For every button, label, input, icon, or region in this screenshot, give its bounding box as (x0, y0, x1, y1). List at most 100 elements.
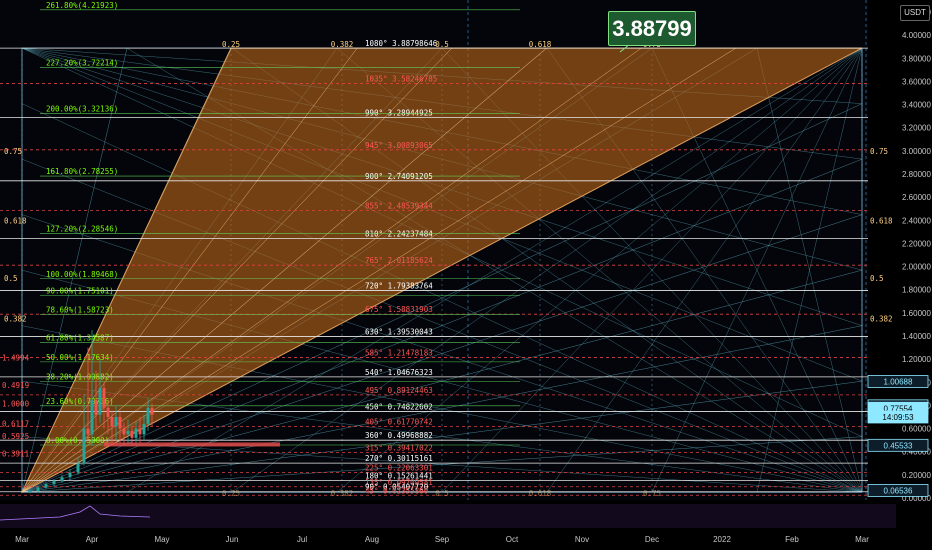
fib-level-label: 127.20%(2.28546) (46, 225, 118, 234)
gann-level-label: 360° 0.49968882 (365, 431, 433, 440)
support-band (104, 442, 280, 447)
left-edge-label: 1.4994 (2, 353, 30, 362)
candle-body (68, 472, 72, 478)
grid-ratio-label-left: 0.75 (4, 147, 22, 156)
candle-body (142, 423, 146, 435)
y-axis-tick-label: 3.80000 (902, 54, 931, 63)
y-axis-tick-label: 3.40000 (902, 101, 931, 110)
gann-level-label: 45° 0.02355860 (365, 486, 429, 495)
fib-level-label: 261.80%(4.21923) (46, 1, 118, 10)
y-axis-tick-label: 0.60000 (902, 425, 931, 434)
candle-body (90, 399, 94, 435)
fib-level-label: 50.00%(1.17634) (46, 353, 114, 362)
x-axis-tick-label: Dec (645, 535, 659, 544)
candle-body (102, 388, 106, 408)
fan-ratio-label: 0.382 (331, 40, 354, 49)
candle-body (82, 428, 86, 464)
gann-level-label: 630° 1.39530043 (365, 328, 433, 337)
candle-body (52, 480, 56, 485)
left-edge-label: 0.3911 (2, 450, 29, 459)
candle-body (138, 428, 142, 435)
fib-level-label: 61.80%(1.34587) (46, 333, 114, 342)
price-callout: 3.88799 (608, 11, 696, 46)
candle-body (146, 407, 150, 424)
y-axis-tick-label: 2.40000 (902, 216, 931, 225)
x-axis-tick-label: Aug (365, 535, 379, 544)
fib-level-label: 38.20%(1.00682) (46, 372, 114, 381)
grid-ratio-label-right: 0.5 (870, 274, 884, 283)
gann-level-label: 990° 3.28944925 (365, 108, 433, 117)
candle-body (134, 428, 138, 438)
y-axis-tick-label: 2.00000 (902, 263, 931, 272)
gann-level-label: 450° 0.74822602 (365, 402, 433, 411)
x-axis-tick-label: Apr (86, 535, 99, 544)
price-tag-label: 0.45533 (884, 441, 913, 450)
fan-ratio-label-bottom: 0.5 (435, 489, 449, 498)
left-edge-label: 0.6117 (2, 419, 29, 428)
gann-level-label: 765° 2.01185624 (365, 256, 433, 265)
y-axis-tick-label: 3.20000 (902, 124, 931, 133)
x-axis-tick-label: Jun (226, 535, 239, 544)
y-axis-tick-label: 0.20000 (902, 471, 931, 480)
gann-level-label: 405° 0.61770742 (365, 418, 433, 427)
candle-body (118, 417, 122, 429)
candle-body (110, 417, 114, 427)
left-edge-label: 1.0000 (2, 400, 30, 409)
fib-level-label: 200.00%(3.32136) (46, 105, 118, 114)
chart-svg[interactable]: 1080° 3.88798646 1035° 3.58246785 990° 3.2… (0, 0, 932, 550)
x-axis-tick-label: Oct (506, 535, 519, 544)
gann-level-label: 585° 1.21478183 (365, 348, 433, 357)
y-axis-tick-label: 2.60000 (902, 193, 931, 202)
fib-level-label: 0.00%(0.45800) (46, 436, 109, 445)
grid-ratio-label-left: 0.5 (4, 274, 18, 283)
gann-level-label: 1035° 3.58246785 (365, 74, 437, 83)
gann-level-label: 720° 1.79383764 (365, 281, 433, 290)
left-edge-label: 0.5925 (2, 432, 29, 441)
grid-ratio-label-left: 0.618 (4, 216, 27, 225)
fan-ratio-label: 0.5 (435, 40, 449, 49)
x-axis-tick-label: Sep (435, 535, 450, 544)
gann-level-label: 945° 3.00893065 (365, 141, 433, 150)
gann-level-label: 810° 2.24237484 (365, 230, 433, 239)
grid-ratio-label-left: 0.382 (4, 315, 27, 324)
fib-level-label: 90.00%(1.75101) (46, 286, 114, 295)
candle-body (60, 477, 64, 481)
candle-body (106, 407, 110, 417)
x-axis-tick-label: Feb (785, 535, 799, 544)
fib-level-label: 161.80%(2.78255) (46, 167, 118, 176)
candle-body (36, 487, 40, 492)
gann-level-label: 855° 2.48539344 (365, 201, 433, 210)
grid-ratio-label-right: 0.75 (870, 147, 888, 156)
candle-body (28, 491, 32, 493)
fan-ratio-label-bottom: 0.75 (643, 489, 661, 498)
x-axis-tick-label: Mar (15, 535, 29, 544)
indicator-pane (0, 504, 896, 528)
y-axis-tick-label: 2.20000 (902, 239, 931, 248)
price-tag-label: 14:09:53 (882, 413, 914, 422)
candle-body (44, 484, 48, 488)
fib-level-label: 100.00%(1.89468) (46, 270, 118, 279)
gann-level-label: 540° 1.04676323 (365, 368, 433, 377)
candle-body (114, 417, 118, 427)
gann-level-label: 675° 1.58831903 (365, 305, 433, 314)
y-axis-tick-label: 1.20000 (902, 355, 931, 364)
y-axis-tick-label: 1.40000 (902, 332, 931, 341)
x-axis-tick-label: May (154, 535, 169, 544)
y-axis-tick-label: 3.60000 (902, 77, 931, 86)
fan-ratio-label-bottom: 0.25 (222, 489, 240, 498)
candle-body (126, 430, 130, 435)
y-axis-tick-label: 4.00000 (902, 31, 931, 40)
candle-body (98, 388, 102, 415)
candle-body (150, 407, 154, 415)
gann-level-label: 900° 2.74091205 (365, 172, 433, 181)
price-tag-label: 0.06536 (884, 486, 913, 495)
x-axis-tick-label: 2022 (713, 535, 731, 544)
currency-label[interactable]: USDT (900, 5, 930, 21)
grid-ratio-label-right: 0.382 (870, 315, 893, 324)
candle-body (94, 399, 98, 415)
fan-ratio-label-bottom: 0.382 (331, 489, 354, 498)
y-axis-tick-label: 1.80000 (902, 286, 931, 295)
x-axis-tick-label: Nov (575, 535, 589, 544)
fib-level-label: 227.20%(3.72214) (46, 58, 118, 67)
left-edge-label: 0.4919 (2, 381, 29, 390)
